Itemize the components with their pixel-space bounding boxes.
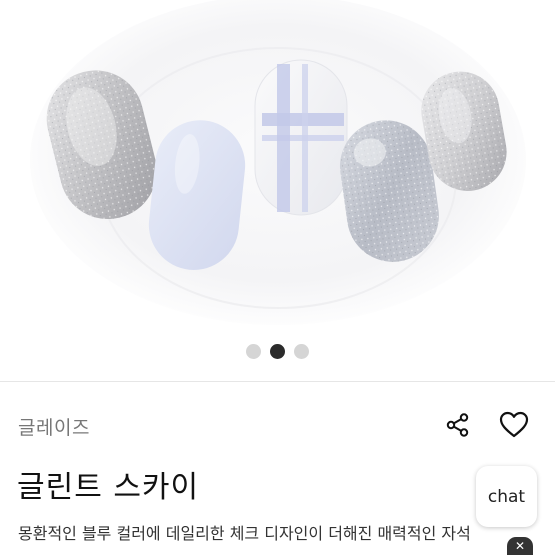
carousel-dot[interactable]: [246, 344, 261, 359]
heart-icon: [499, 411, 529, 438]
like-button[interactable]: [498, 409, 530, 441]
close-icon: ✕: [514, 539, 526, 553]
share-icon: [446, 413, 469, 437]
section-divider: [0, 381, 555, 382]
chat-button[interactable]: chat: [476, 466, 537, 527]
nail-white-check: [254, 59, 348, 216]
product-image[interactable]: [0, 0, 555, 328]
nail-tips-illustration: [30, 0, 526, 325]
product-description: 몽환적인 블루 컬러에 데일리한 체크 디자인이 더해진 매력적인 자석: [18, 524, 471, 543]
brand-name[interactable]: 글레이즈: [18, 413, 90, 440]
carousel-indicator: [0, 344, 555, 359]
product-title: 글린트 스카이: [17, 470, 200, 505]
carousel-dot-active[interactable]: [270, 344, 285, 359]
share-button[interactable]: [443, 410, 473, 440]
close-button[interactable]: ✕: [507, 537, 533, 555]
chat-label: chat: [487, 486, 526, 507]
carousel-dot[interactable]: [294, 344, 309, 359]
